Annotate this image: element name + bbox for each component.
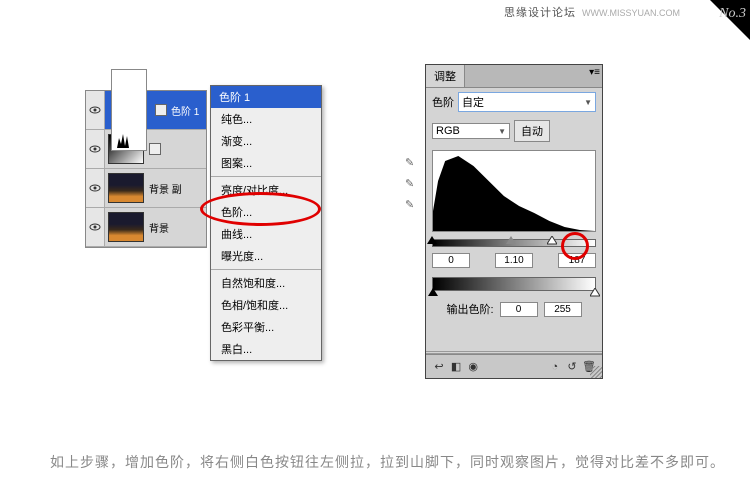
panel-footer: ↩ ◧ ◉ ◔ ↺ 🗑 bbox=[426, 354, 602, 378]
menu-header: 色阶 1 bbox=[211, 86, 321, 108]
black-point-knob[interactable] bbox=[427, 236, 437, 248]
auto-button[interactable]: 自动 bbox=[514, 120, 550, 142]
black-input[interactable] bbox=[432, 253, 470, 268]
menu-separator bbox=[211, 176, 321, 177]
watermark: 思缘设计论坛WWW.MISSYUAN.COM bbox=[504, 4, 680, 20]
mid-point-knob[interactable] bbox=[506, 236, 516, 248]
white-point-knob[interactable] bbox=[547, 236, 557, 248]
menu-item-exposure[interactable]: 曝光度... bbox=[211, 245, 321, 267]
layer-row-levels[interactable]: 色阶 1 bbox=[86, 91, 206, 130]
menu-item-hue[interactable]: 色相/饱和度... bbox=[211, 294, 321, 316]
clip-icon[interactable]: ◧ bbox=[449, 359, 463, 373]
menu-item-curves[interactable]: 曲线... bbox=[211, 223, 321, 245]
output-gradient[interactable] bbox=[432, 277, 596, 291]
panel-menu-icon[interactable]: ▾≡ bbox=[589, 67, 600, 78]
layer-row-copy[interactable]: 背景 副 bbox=[86, 169, 206, 208]
preset-label: 色阶 bbox=[432, 94, 454, 110]
visibility-toggle[interactable] bbox=[86, 91, 105, 129]
tab-adjustments[interactable]: 调整 bbox=[426, 65, 465, 87]
adjustment-thumb bbox=[111, 69, 147, 151]
menu-separator bbox=[211, 269, 321, 270]
channel-select[interactable]: RGB▼ bbox=[432, 123, 510, 139]
panel-tabs: 调整 ▾≡ bbox=[426, 65, 602, 88]
out-white-input[interactable] bbox=[544, 302, 582, 317]
output-label: 输出色阶: bbox=[446, 301, 493, 317]
white-input[interactable] bbox=[558, 253, 596, 268]
preset-select[interactable]: 自定▼ bbox=[458, 92, 596, 112]
visibility-toggle[interactable] bbox=[86, 130, 105, 168]
menu-item-solid[interactable]: 纯色... bbox=[211, 108, 321, 130]
histogram bbox=[432, 150, 596, 232]
menu-item-vibrance[interactable]: 自然饱和度... bbox=[211, 272, 321, 294]
context-menu: 色阶 1 纯色... 渐变... 图案... 亮度/对比度... 色阶... 曲… bbox=[210, 85, 322, 361]
menu-item-bw[interactable]: 黑白... bbox=[211, 338, 321, 360]
link-icon bbox=[155, 104, 167, 116]
tutorial-caption: 如上步骤，增加色阶，将右侧白色按钮往左侧拉，拉到山脚下，同时观察图片，觉得对比差… bbox=[50, 452, 725, 472]
out-white-knob[interactable] bbox=[590, 288, 600, 300]
prev-icon[interactable]: ◔ bbox=[548, 360, 562, 374]
menu-item-balance[interactable]: 色彩平衡... bbox=[211, 316, 321, 338]
menu-item-pattern[interactable]: 图案... bbox=[211, 152, 321, 174]
link-icon bbox=[149, 143, 161, 155]
image-thumb bbox=[108, 212, 144, 242]
menu-item-brightness[interactable]: 亮度/对比度... bbox=[211, 179, 321, 201]
resize-grip[interactable] bbox=[590, 366, 602, 378]
image-thumb bbox=[108, 173, 144, 203]
layer-name: 背景 副 bbox=[147, 181, 206, 196]
corner-number: No.3 bbox=[719, 6, 746, 22]
eyedropper-gray-icon[interactable]: ✎ bbox=[405, 177, 414, 190]
out-black-input[interactable] bbox=[500, 302, 538, 317]
layers-panel: 色阶 1 背景 副 背景 bbox=[85, 90, 207, 248]
return-icon[interactable]: ↩ bbox=[432, 359, 446, 373]
reset-icon[interactable]: ↺ bbox=[565, 359, 579, 373]
adjustments-panel: 调整 ▾≡ 色阶 自定▼ RGB▼ 自动 输出色阶: ↩ ◧ bbox=[425, 64, 603, 379]
layer-row-bg[interactable]: 背景 bbox=[86, 208, 206, 247]
view-icon[interactable]: ◉ bbox=[466, 359, 480, 373]
visibility-toggle[interactable] bbox=[86, 208, 105, 246]
out-black-knob[interactable] bbox=[428, 288, 438, 300]
eyedropper-black-icon[interactable]: ✎ bbox=[405, 156, 414, 169]
input-sliders[interactable] bbox=[432, 236, 596, 250]
eyedropper-white-icon[interactable]: ✎ bbox=[405, 198, 414, 211]
layer-name: 色阶 1 bbox=[169, 103, 206, 118]
menu-item-gradient[interactable]: 渐变... bbox=[211, 130, 321, 152]
mid-input[interactable] bbox=[495, 253, 533, 268]
menu-item-levels[interactable]: 色阶... bbox=[211, 201, 321, 223]
layer-name: 背景 bbox=[147, 220, 206, 235]
eyedropper-tools: ✎ ✎ ✎ bbox=[405, 156, 414, 211]
visibility-toggle[interactable] bbox=[86, 169, 105, 207]
